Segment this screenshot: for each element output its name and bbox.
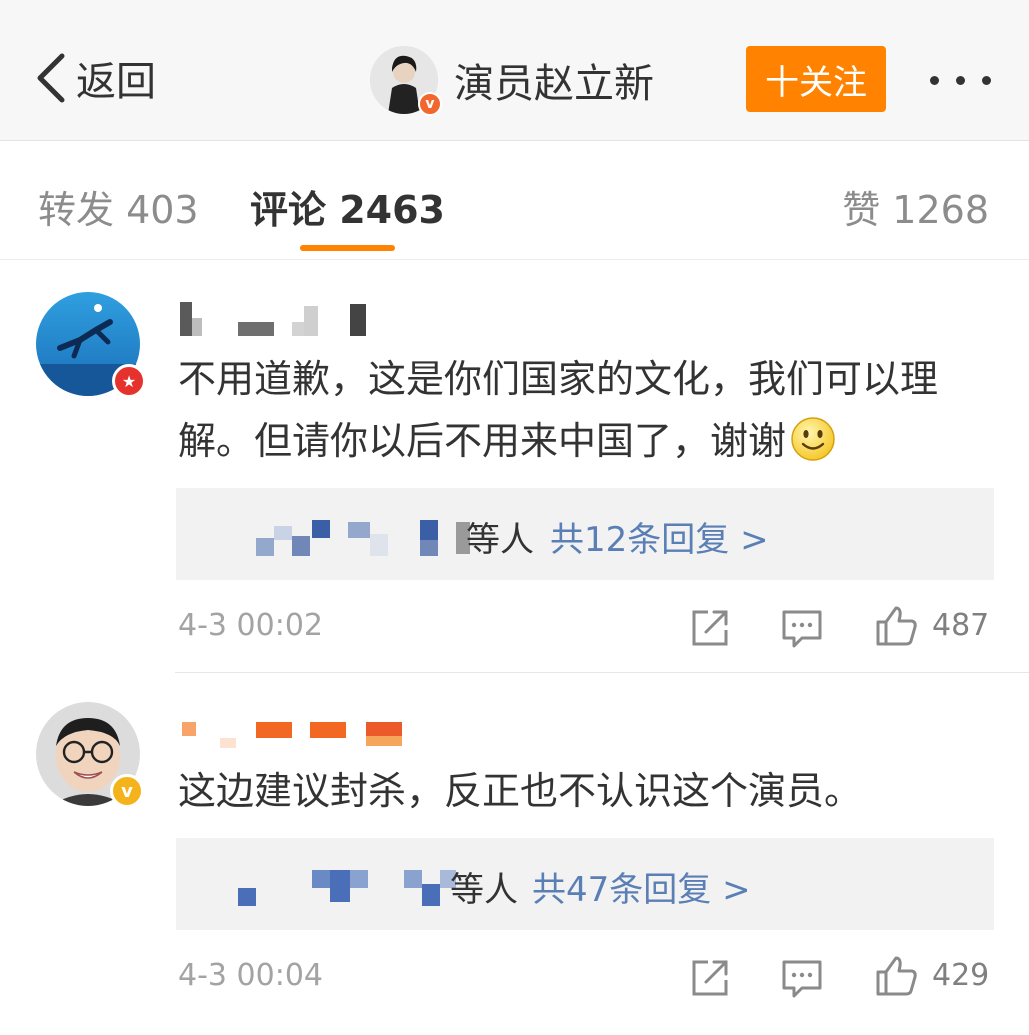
account-name[interactable]: 演员赵立新 <box>454 51 654 109</box>
reply-count-link[interactable]: 共12条回复 > <box>550 512 769 561</box>
reply-count-link[interactable]: 共47条回复 > <box>532 862 751 911</box>
tab-bar: 转发 403 评论 2463 赞 1268 <box>0 141 1029 260</box>
verified-badge-icon: v <box>418 92 442 116</box>
share-icon[interactable] <box>688 956 732 1000</box>
comment-timestamp: 4-3 00:04 <box>178 958 323 993</box>
more-options-button[interactable] <box>928 70 994 90</box>
username-redacted <box>180 302 370 338</box>
comment-item: ★ 不用道歉，这是你们国家的文化，我们可以理解。但请你以后不用来中国了，谢谢 等… <box>0 262 1029 672</box>
commenter-avatar[interactable]: v <box>36 702 144 808</box>
comment-body: 这边建议封杀，反正也不认识这个演员。 <box>178 769 863 813</box>
reply-preview[interactable]: 等人 共47条回复 > <box>176 838 994 930</box>
comment-item: v 这边建议封杀，反正也不认识这个演员。 等人 共47条回复 > 4-3 00:… <box>0 674 1029 1035</box>
comment-icon[interactable] <box>780 606 824 650</box>
more-dots-icon <box>956 76 965 85</box>
account-avatar[interactable]: v <box>370 46 442 116</box>
tab-like[interactable]: 赞 1268 <box>842 179 989 234</box>
comment-timestamp: 4-3 00:02 <box>178 608 323 643</box>
more-dots-icon <box>930 76 939 85</box>
thumbs-up-icon[interactable] <box>874 954 918 998</box>
active-tab-indicator <box>300 245 395 251</box>
like-count: 429 <box>932 958 990 993</box>
like-count: 487 <box>932 608 990 643</box>
tab-comment[interactable]: 评论 2463 <box>250 179 445 234</box>
comment-icon[interactable] <box>780 956 824 1000</box>
reply-suffix: 等人 <box>450 870 518 910</box>
smiley-emoji-icon <box>791 417 835 461</box>
verified-badge-icon: v <box>110 774 144 808</box>
reply-preview[interactable]: 等人 共12条回复 > <box>176 488 994 580</box>
account-header[interactable]: v 演员赵立新 <box>370 42 654 118</box>
comment-text: 不用道歉，这是你们国家的文化，我们可以理解。但请你以后不用来中国了，谢谢 <box>178 348 968 472</box>
commenter-avatar[interactable]: ★ <box>36 292 146 398</box>
share-icon[interactable] <box>688 606 732 650</box>
back-label: 返回 <box>76 59 156 105</box>
comment-divider <box>175 672 1029 673</box>
username-redacted <box>180 718 410 754</box>
chevron-left-icon <box>37 53 65 103</box>
more-dots-icon <box>982 76 991 85</box>
tab-repost[interactable]: 转发 403 <box>38 179 199 234</box>
red-star-badge-icon: ★ <box>112 364 146 398</box>
thumbs-up-icon[interactable] <box>874 604 918 648</box>
follow-button[interactable]: 十关注 <box>746 46 886 112</box>
comment-text: 这边建议封杀，反正也不认识这个演员。 <box>178 760 968 822</box>
back-button[interactable]: 返回 <box>30 48 156 108</box>
reply-suffix: 等人 <box>466 520 534 560</box>
top-nav-bar: 返回 v 演员赵立新 十关注 <box>0 0 1029 141</box>
